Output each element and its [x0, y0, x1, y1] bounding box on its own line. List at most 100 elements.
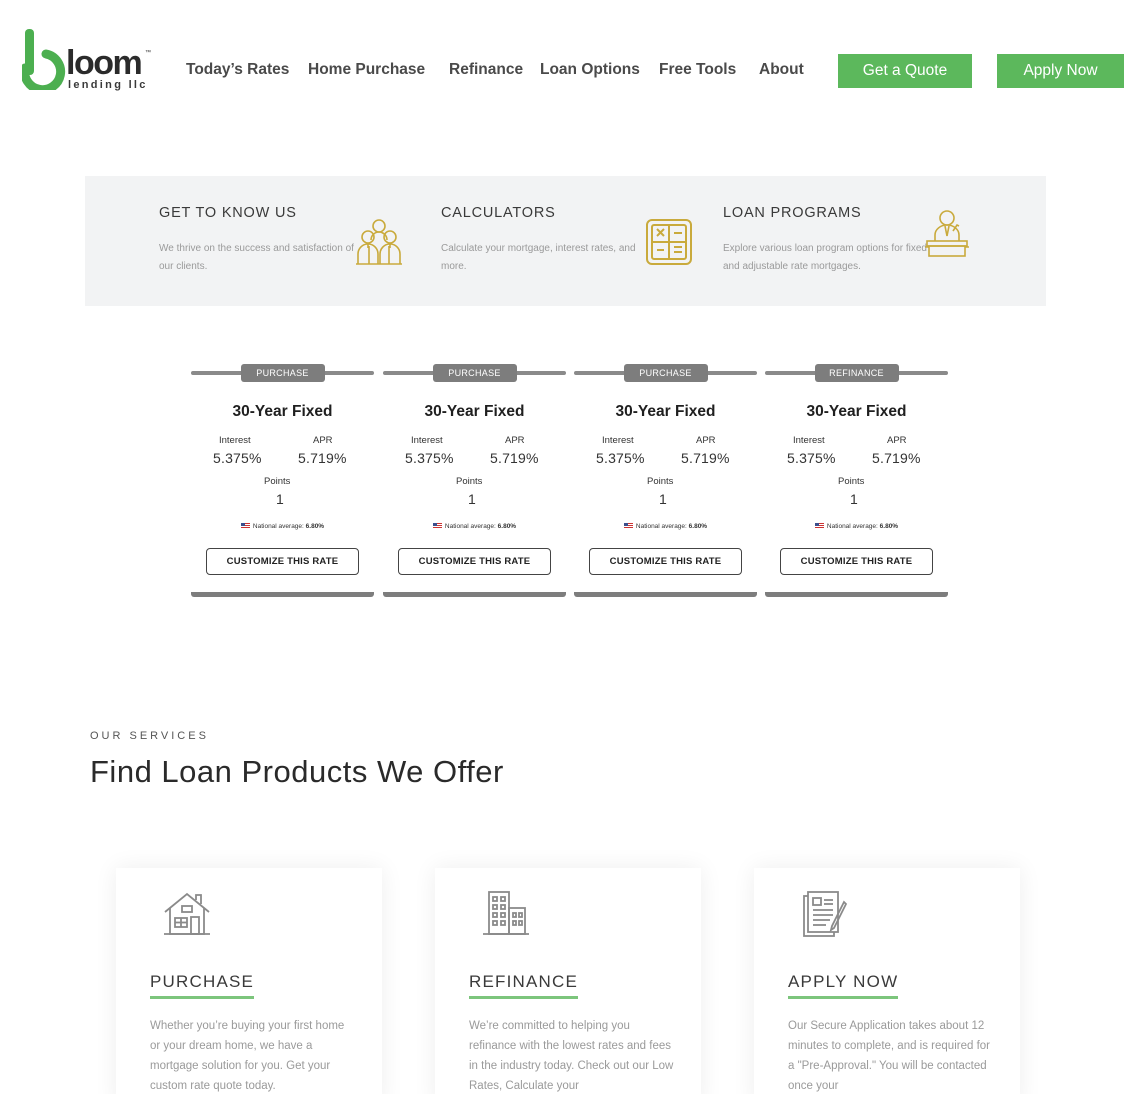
rate-card-bottom-bar: [765, 592, 948, 597]
national-average-label: National average:: [826, 523, 878, 530]
points-label: Points: [647, 476, 674, 487]
service-title: REFINANCE: [469, 972, 579, 999]
service-title: APPLY NOW: [788, 972, 899, 999]
customize-rate-button[interactable]: CUSTOMIZE THIS RATE: [780, 548, 933, 575]
apr-label: APR: [696, 435, 716, 446]
national-average-label: National average:: [635, 523, 687, 530]
rate-title: 30-Year Fixed: [424, 403, 525, 420]
points-value: 1: [850, 491, 858, 507]
rate-card: REFINANCE 30-Year Fixed Interest APR 5.3…: [765, 364, 948, 598]
info-calculators[interactable]: CALCULATORS Calculate your mortgage, int…: [441, 176, 721, 306]
logo-wordmark: loom: [66, 44, 143, 82]
logo-trademark: ™: [145, 50, 151, 56]
interest-label: Interest: [411, 435, 443, 446]
points-value: 1: [659, 491, 667, 507]
nav-free-tools[interactable]: Free Tools: [659, 61, 736, 79]
info-title: CALCULATORS: [441, 205, 556, 221]
national-average-value: 6.80%: [688, 523, 708, 530]
team-icon: [356, 219, 402, 265]
interest-value: 5.375%: [405, 450, 454, 466]
rate-title: 30-Year Fixed: [806, 403, 907, 420]
nav-todays-rates[interactable]: Today’s Rates: [186, 61, 289, 79]
rate-card-bottom-bar: [383, 592, 566, 597]
customize-rate-button[interactable]: CUSTOMIZE THIS RATE: [589, 548, 742, 575]
rate-type-tag: REFINANCE: [814, 364, 899, 382]
info-desc: We thrive on the success and satisfactio…: [159, 243, 354, 272]
rate-card: PURCHASE 30-Year Fixed Interest APR 5.37…: [383, 364, 566, 598]
apr-value: 5.719%: [490, 450, 539, 466]
us-flag-icon: [432, 523, 442, 529]
apply-now-button[interactable]: Apply Now: [997, 54, 1124, 88]
info-title: LOAN PROGRAMS: [723, 205, 862, 221]
us-flag-icon: [623, 523, 633, 529]
customize-rate-button[interactable]: CUSTOMIZE THIS RATE: [398, 548, 551, 575]
service-title: PURCHASE: [150, 972, 255, 999]
services-kicker: OUR SERVICES: [90, 730, 209, 742]
us-flag-icon: [814, 523, 824, 529]
interest-label: Interest: [219, 435, 251, 446]
interest-label: Interest: [793, 435, 825, 446]
info-loan-programs[interactable]: LOAN PROGRAMS Explore various loan progr…: [723, 176, 1003, 306]
nav-about[interactable]: About: [759, 61, 804, 79]
national-average: National average: 6.80%: [383, 523, 566, 530]
points-value: 1: [468, 491, 476, 507]
interest-value: 5.375%: [596, 450, 645, 466]
info-band: GET TO KNOW US We thrive on the success …: [85, 176, 1046, 306]
rate-type-tag: PURCHASE: [432, 364, 517, 382]
rate-card-bottom-bar: [191, 592, 374, 597]
apr-value: 5.719%: [872, 450, 921, 466]
rate-type-tag: PURCHASE: [623, 364, 708, 382]
building-icon: [483, 891, 529, 935]
apr-label: APR: [313, 435, 333, 446]
info-desc: Calculate your mortgage, interest rates,…: [441, 243, 636, 272]
apr-value: 5.719%: [681, 450, 730, 466]
info-get-to-know-us[interactable]: GET TO KNOW US We thrive on the success …: [159, 176, 439, 306]
customize-rate-button[interactable]: CUSTOMIZE THIS RATE: [206, 548, 359, 575]
services-heading: Find Loan Products We Offer: [90, 754, 504, 789]
logo-b-mark-icon: [22, 29, 66, 90]
service-card-apply-now[interactable]: APPLY NOW Our Secure Application takes a…: [754, 868, 1020, 1094]
national-average-value: 6.80%: [879, 523, 899, 530]
service-desc: We’re committed to helping you refinance…: [469, 1020, 674, 1092]
us-flag-icon: [240, 523, 250, 529]
points-label: Points: [838, 476, 865, 487]
national-average-label: National average:: [252, 523, 304, 530]
nav-loan-options[interactable]: Loan Options: [540, 61, 640, 79]
get-a-quote-button[interactable]: Get a Quote: [838, 54, 972, 88]
rate-type-tag: PURCHASE: [240, 364, 325, 382]
service-card-refinance[interactable]: REFINANCE We’re committed to helping you…: [435, 868, 701, 1094]
apr-label: APR: [505, 435, 525, 446]
presenter-icon: [925, 210, 969, 257]
rate-title: 30-Year Fixed: [232, 403, 333, 420]
national-average-value: 6.80%: [497, 523, 517, 530]
calculator-icon: [646, 219, 692, 265]
rate-card: PURCHASE 30-Year Fixed Interest APR 5.37…: [574, 364, 757, 598]
nav-home-purchase[interactable]: Home Purchase: [308, 61, 425, 79]
rate-card: PURCHASE 30-Year Fixed Interest APR 5.37…: [191, 364, 374, 598]
points-label: Points: [456, 476, 483, 487]
service-desc: Our Secure Application takes about 12 mi…: [788, 1020, 990, 1092]
national-average: National average: 6.80%: [765, 523, 948, 530]
points-value: 1: [276, 491, 284, 507]
info-title: GET TO KNOW US: [159, 205, 297, 221]
service-desc: Whether you’re buying your first home or…: [150, 1020, 345, 1092]
site-header: loom ™ lending llc Today’s Rates Home Pu…: [0, 0, 1148, 130]
interest-value: 5.375%: [213, 450, 262, 466]
service-card-purchase[interactable]: PURCHASE Whether you’re buying your firs…: [116, 868, 382, 1094]
apr-label: APR: [887, 435, 907, 446]
interest-value: 5.375%: [787, 450, 836, 466]
application-form-icon: [803, 891, 848, 937]
national-average-label: National average:: [444, 523, 496, 530]
national-average: National average: 6.80%: [574, 523, 757, 530]
info-desc: Explore various loan program options for…: [723, 243, 927, 272]
national-average-value: 6.80%: [305, 523, 325, 530]
rate-title: 30-Year Fixed: [615, 403, 716, 420]
nav-refinance[interactable]: Refinance: [449, 61, 523, 79]
logo-tagline: lending llc: [68, 79, 148, 91]
points-label: Points: [264, 476, 291, 487]
apr-value: 5.719%: [298, 450, 347, 466]
interest-label: Interest: [602, 435, 634, 446]
logo[interactable]: loom ™ lending llc: [22, 28, 152, 92]
house-icon: [164, 892, 210, 935]
national-average: National average: 6.80%: [191, 523, 374, 530]
